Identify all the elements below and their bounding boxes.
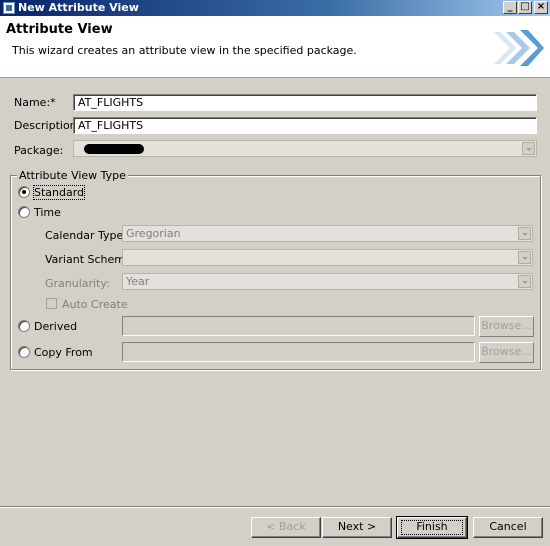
minimize-button[interactable]: _ (503, 1, 517, 14)
variant-schema-select[interactable] (122, 249, 533, 266)
back-button[interactable]: < Back (251, 517, 321, 538)
chevron-down-icon[interactable] (518, 275, 531, 288)
maximize-button[interactable]: □ (518, 1, 532, 14)
chevron-down-icon[interactable] (518, 251, 531, 264)
name-label: Name:* (14, 96, 56, 109)
auto-create-label: Auto Create (62, 298, 128, 311)
granularity-label: Granularity: (45, 277, 110, 290)
granularity-select[interactable]: Year (122, 273, 533, 290)
wizard-arrows-icon (494, 30, 544, 66)
calendar-type-select[interactable]: Gregorian (122, 225, 533, 242)
copy-from-browse-button[interactable]: Browse... (479, 342, 534, 363)
standard-radio[interactable] (18, 186, 30, 198)
name-input[interactable]: AT_FLIGHTS (73, 94, 537, 111)
chevron-down-icon[interactable] (518, 227, 531, 240)
description-input[interactable]: AT_FLIGHTS (73, 117, 537, 134)
derived-browse-button[interactable]: Browse... (479, 316, 534, 337)
granularity-value: Year (126, 275, 150, 288)
package-label: Package: (14, 144, 64, 157)
wizard-header: Attribute View This wizard creates an at… (0, 16, 550, 78)
copy-from-input[interactable] (122, 342, 475, 362)
time-radio[interactable] (18, 206, 30, 218)
redacted-package-mark (84, 144, 144, 154)
derived-label[interactable]: Derived (34, 320, 77, 333)
derived-radio[interactable] (18, 320, 30, 332)
close-button[interactable]: × (534, 1, 548, 14)
window-app-icon (3, 2, 15, 14)
window-title: New Attribute View (18, 1, 139, 14)
attribute-view-type-legend: Attribute View Type (17, 169, 128, 182)
page-description: This wizard creates an attribute view in… (12, 44, 357, 57)
auto-create-checkbox[interactable] (46, 298, 57, 309)
description-label: Description: (14, 119, 81, 132)
standard-label[interactable]: Standard (32, 185, 86, 200)
calendar-type-label: Calendar Type: (45, 229, 127, 242)
time-label[interactable]: Time (34, 206, 61, 219)
footer-divider (0, 506, 550, 508)
finish-focus-ring (401, 520, 463, 535)
copy-from-label[interactable]: Copy From (34, 346, 93, 359)
package-select[interactable] (73, 140, 537, 157)
chevron-down-icon[interactable] (522, 142, 535, 155)
finish-button[interactable]: Finish (396, 516, 468, 539)
title-bar[interactable]: New Attribute View _ □ × (0, 0, 550, 16)
calendar-type-value: Gregorian (126, 227, 181, 240)
copy-from-radio[interactable] (18, 346, 30, 358)
page-title: Attribute View (6, 22, 113, 37)
cancel-button[interactable]: Cancel (473, 517, 543, 538)
derived-input[interactable] (122, 316, 475, 336)
next-button[interactable]: Next > (322, 517, 392, 538)
